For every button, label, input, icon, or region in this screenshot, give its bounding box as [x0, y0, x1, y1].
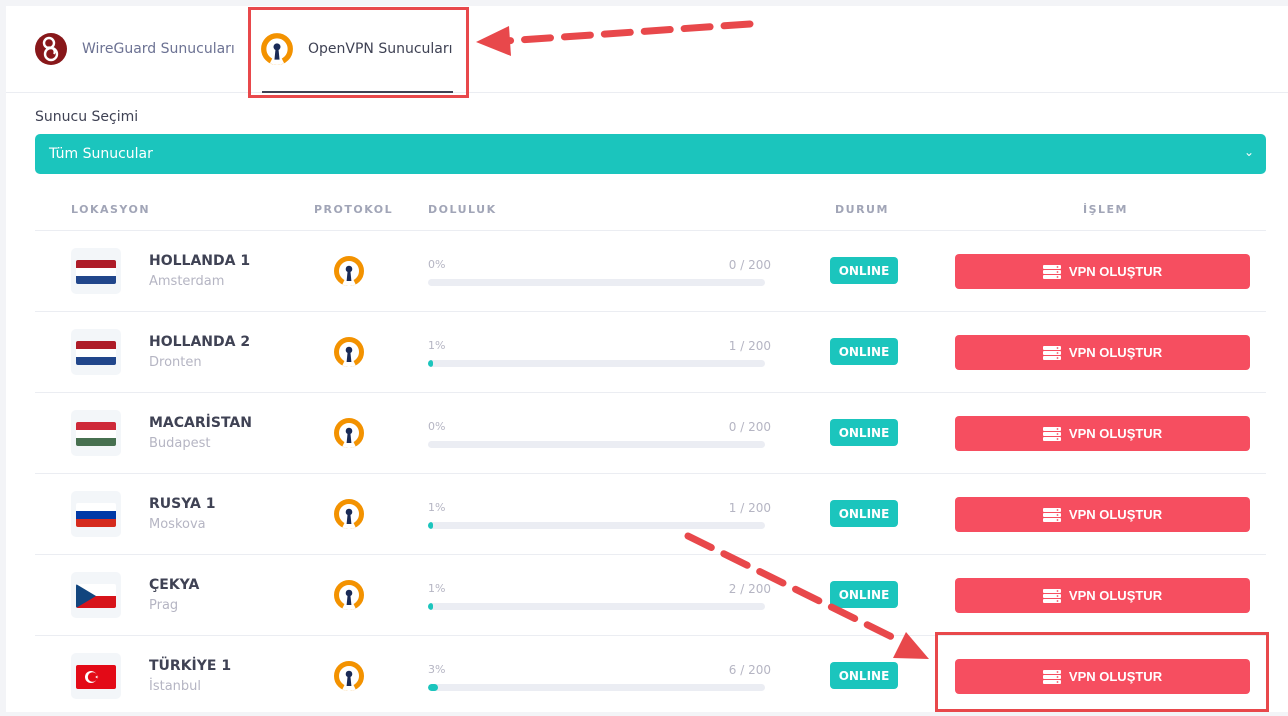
tab-wireguard-label: WireGuard Sunucuları — [82, 41, 235, 57]
chevron-down-icon: ⌄ — [1243, 145, 1254, 159]
create-vpn-label: VPN OLUŞTUR — [1068, 588, 1163, 603]
status-badge: ONLINE — [830, 338, 898, 365]
location-city: Amsterdam — [149, 274, 225, 289]
hungary-flag-icon — [76, 422, 116, 446]
create-vpn-label: VPN OLUŞTUR — [1068, 264, 1163, 279]
header-load: DOLULUK — [428, 203, 497, 216]
location-name: RUSYA 1 — [149, 496, 216, 512]
create-vpn-label: VPN OLUŞTUR — [1068, 507, 1163, 522]
location-city: Moskova — [149, 517, 206, 532]
netherlands-flag-icon — [76, 260, 116, 284]
load-progress-bar — [428, 603, 765, 610]
header-protocol: PROTOKOL — [314, 203, 394, 216]
flag-container — [71, 248, 121, 294]
load-progress-bar — [428, 684, 765, 691]
load-progress-bar — [428, 360, 765, 367]
location-city: İstanbul — [149, 679, 202, 694]
location-name: HOLLANDA 1 — [149, 253, 251, 269]
openvpn-icon — [333, 417, 365, 449]
server-select-value: Tüm Sunucular — [49, 146, 153, 162]
create-vpn-label: VPN OLUŞTUR — [1068, 345, 1163, 360]
header-location: LOKASYON — [71, 203, 151, 216]
flag-container — [71, 329, 121, 375]
create-vpn-button[interactable]: VPN OLUŞTUR — [955, 416, 1250, 451]
server-panel: WireGuard Sunucuları OpenVPN Sunucuları … — [6, 6, 1288, 712]
load-capacity: 2 / 200 — [728, 582, 771, 596]
load-progress-bar — [428, 441, 765, 448]
load-progress-fill — [428, 684, 439, 691]
status-badge: ONLINE — [830, 581, 898, 608]
table-row: MACARİSTAN Budapest 0% 0 / 200 ONLINE VPN OLU… — [35, 392, 1266, 473]
location-city: Budapest — [149, 436, 211, 451]
openvpn-icon — [333, 255, 365, 287]
annotation-box-button — [935, 632, 1269, 712]
location-name: HOLLANDA 2 — [149, 334, 251, 350]
create-vpn-button[interactable]: VPN OLUŞTUR — [955, 254, 1250, 289]
server-icon — [1042, 264, 1061, 279]
status-badge: ONLINE — [830, 257, 898, 284]
turkey-flag-icon — [76, 665, 116, 689]
header-action: İŞLEM — [1083, 203, 1128, 216]
create-vpn-button[interactable]: VPN OLUŞTUR — [955, 578, 1250, 613]
load-capacity: 0 / 200 — [728, 420, 771, 434]
wireguard-icon — [35, 33, 67, 65]
server-select-label: Sunucu Seçimi — [35, 109, 139, 125]
location-name: TÜRKİYE 1 — [149, 658, 232, 674]
russia-flag-icon — [76, 503, 116, 527]
load-percent: 0% — [428, 420, 446, 433]
location-name: ÇEKYA — [149, 577, 200, 593]
status-badge: ONLINE — [830, 662, 898, 689]
server-icon — [1042, 507, 1061, 522]
load-capacity: 1 / 200 — [728, 501, 771, 515]
create-vpn-button[interactable]: VPN OLUŞTUR — [955, 335, 1250, 370]
load-capacity: 6 / 200 — [728, 663, 771, 677]
load-progress-bar — [428, 522, 765, 529]
load-capacity: 1 / 200 — [728, 339, 771, 353]
location-city: Prag — [149, 598, 179, 613]
openvpn-icon — [333, 498, 365, 530]
load-progress-bar — [428, 279, 765, 286]
openvpn-icon — [333, 579, 365, 611]
server-icon — [1042, 345, 1061, 360]
load-percent: 1% — [428, 339, 446, 352]
table-row: HOLLANDA 2 Dronten 1% 1 / 200 ONLINE VPN OLUŞ… — [35, 311, 1266, 392]
location-name: MACARİSTAN — [149, 415, 252, 431]
create-vpn-button[interactable]: VPN OLUŞTUR — [955, 497, 1250, 532]
load-percent: 3% — [428, 663, 446, 676]
location-city: Dronten — [149, 355, 202, 370]
annotation-box-tab — [248, 7, 469, 98]
create-vpn-label: VPN OLUŞTUR — [1068, 426, 1163, 441]
flag-container — [71, 653, 121, 699]
czechia-flag-icon — [76, 584, 116, 608]
tab-wireguard[interactable]: WireGuard Sunucuları — [34, 6, 235, 92]
status-badge: ONLINE — [830, 500, 898, 527]
load-capacity: 0 / 200 — [728, 258, 771, 272]
flag-container — [71, 572, 121, 618]
netherlands-flag-icon — [76, 341, 116, 365]
load-percent: 1% — [428, 501, 446, 514]
load-percent: 0% — [428, 258, 446, 271]
load-percent: 1% — [428, 582, 446, 595]
table-row: ÇEKYA Prag 1% 2 / 200 ONLINE VPN OLUŞTUR — [35, 554, 1266, 635]
load-progress-fill — [428, 522, 434, 529]
server-icon — [1042, 426, 1061, 441]
openvpn-icon — [333, 336, 365, 368]
header-status: DURUM — [835, 203, 889, 216]
table-row: RUSYA 1 Moskova 1% 1 / 200 ONLINE VPN OLUŞTUR — [35, 473, 1266, 554]
server-select[interactable]: Tüm Sunucular ⌄ — [35, 134, 1266, 174]
server-icon — [1042, 588, 1061, 603]
load-progress-fill — [428, 603, 434, 610]
table-row: HOLLANDA 1 Amsterdam 0% 0 / 200 ONLINE VPN OL… — [35, 230, 1266, 311]
load-progress-fill — [428, 360, 434, 367]
status-badge: ONLINE — [830, 419, 898, 446]
openvpn-icon — [333, 660, 365, 692]
flag-container — [71, 410, 121, 456]
server-tabs: WireGuard Sunucuları OpenVPN Sunucuları — [6, 6, 1288, 93]
flag-container — [71, 491, 121, 537]
